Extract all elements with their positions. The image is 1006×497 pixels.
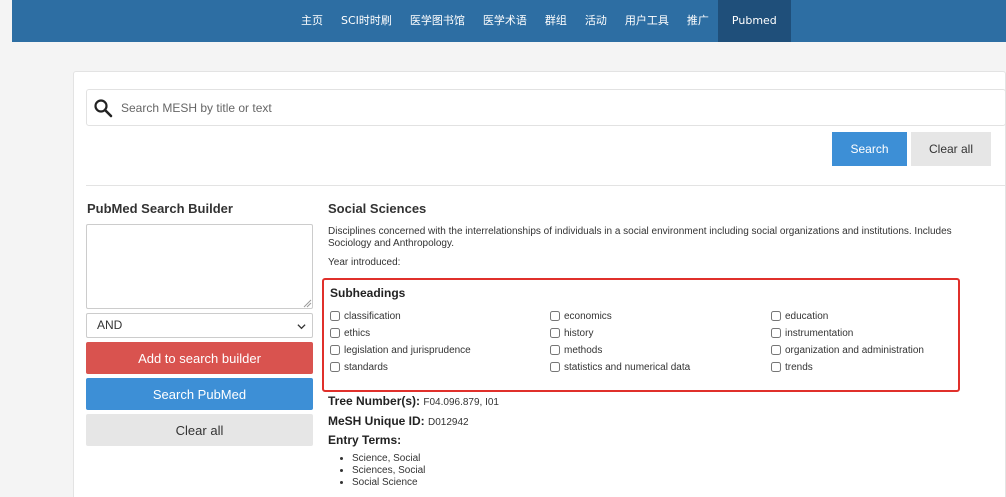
mesh-card: Search Clear all PubMed Search Builder A… [73,71,1006,497]
subheading-ethics[interactable]: ethics [330,326,550,340]
resize-grip-icon[interactable] [302,298,312,308]
nav-item-groups[interactable]: 群组 [536,0,576,42]
subheading-economics[interactable]: economics [550,309,771,323]
operator-select-value: AND [97,318,123,332]
subheading-checkbox[interactable] [771,311,781,321]
subheading-trends[interactable]: trends [771,360,951,374]
subheading-classification[interactable]: classification [330,309,550,323]
search-pubmed-button[interactable]: Search PubMed [86,378,313,410]
list-item: Social Science [352,477,425,489]
subheading-checkbox[interactable] [550,328,560,338]
mesh-search-input[interactable] [121,90,981,125]
add-to-search-builder-button[interactable]: Add to search builder [86,342,313,374]
subheadings-grid: classification economics education ethic… [330,309,950,374]
subheading-history[interactable]: history [550,326,771,340]
subheading-checkbox[interactable] [330,311,340,321]
entry-terms-list: Science, Social Sciences, Social Social … [342,453,425,489]
section-divider [86,185,1006,186]
mesh-id-value: D012942 [428,417,469,428]
term-description: Disciplines concerned with the interrela… [328,226,952,249]
mesh-unique-id: MeSH Unique ID: D012942 [328,414,469,428]
subheading-checkbox[interactable] [330,328,340,338]
term-title: Social Sciences [328,201,427,216]
subheading-organization[interactable]: organization and administration [771,343,951,357]
nav-item-promote[interactable]: 推广 [678,0,718,42]
subheading-checkbox[interactable] [771,345,781,355]
operator-select[interactable]: AND [86,313,313,338]
mesh-search-box [86,89,1006,126]
subheading-standards[interactable]: standards [330,360,550,374]
tree-numbers: Tree Number(s): F04.096.879, I01 [328,394,499,408]
builder-clear-all-button[interactable]: Clear all [86,414,313,446]
search-button[interactable]: Search [832,132,907,166]
mesh-id-label: MeSH Unique ID: [328,414,425,428]
subheadings-title: Subheadings [330,286,406,300]
nav-item-sci[interactable]: SCI时时刷 [332,0,401,42]
nav-item-tools[interactable]: 用户工具 [616,0,678,42]
tree-numbers-label: Tree Number(s): [328,394,421,408]
tree-numbers-value: F04.096.879, I01 [423,397,499,408]
subheading-checkbox[interactable] [330,362,340,372]
subheading-statistics[interactable]: statistics and numerical data [550,360,771,374]
subheading-legislation[interactable]: legislation and jurisprudence [330,343,550,357]
nav-item-pubmed[interactable]: Pubmed [717,0,791,42]
search-icon [94,99,113,118]
subheadings-panel: Subheadings classification economics edu… [322,278,960,392]
entry-terms-title: Entry Terms: [328,433,402,447]
nav-item-library[interactable]: 医学图书馆 [401,0,474,42]
top-navigation-bar: 主页 SCI时时刷 医学图书馆 医学术语 群组 活动 用户工具 推广 Pubme… [12,0,1006,42]
list-item: Sciences, Social [352,465,425,477]
nav-links: 主页 SCI时时刷 医学图书馆 医学术语 群组 活动 用户工具 推广 Pubme… [292,0,791,42]
subheading-checkbox[interactable] [771,362,781,372]
nav-item-home[interactable]: 主页 [292,0,332,42]
subheading-checkbox[interactable] [550,311,560,321]
subheading-methods[interactable]: methods [550,343,771,357]
subheading-checkbox[interactable] [550,362,560,372]
list-item: Science, Social [352,453,425,465]
search-builder-textarea[interactable] [86,224,313,309]
subheading-checkbox[interactable] [550,345,560,355]
nav-item-events[interactable]: 活动 [576,0,616,42]
clear-all-button[interactable]: Clear all [911,132,991,166]
chevron-down-icon [297,324,306,330]
subheading-checkbox[interactable] [771,328,781,338]
subheading-checkbox[interactable] [330,345,340,355]
year-introduced: Year introduced: [328,257,401,268]
subheading-instrumentation[interactable]: instrumentation [771,326,951,340]
search-builder-title: PubMed Search Builder [87,201,233,216]
subheading-education[interactable]: education [771,309,951,323]
nav-item-terms[interactable]: 医学术语 [474,0,536,42]
